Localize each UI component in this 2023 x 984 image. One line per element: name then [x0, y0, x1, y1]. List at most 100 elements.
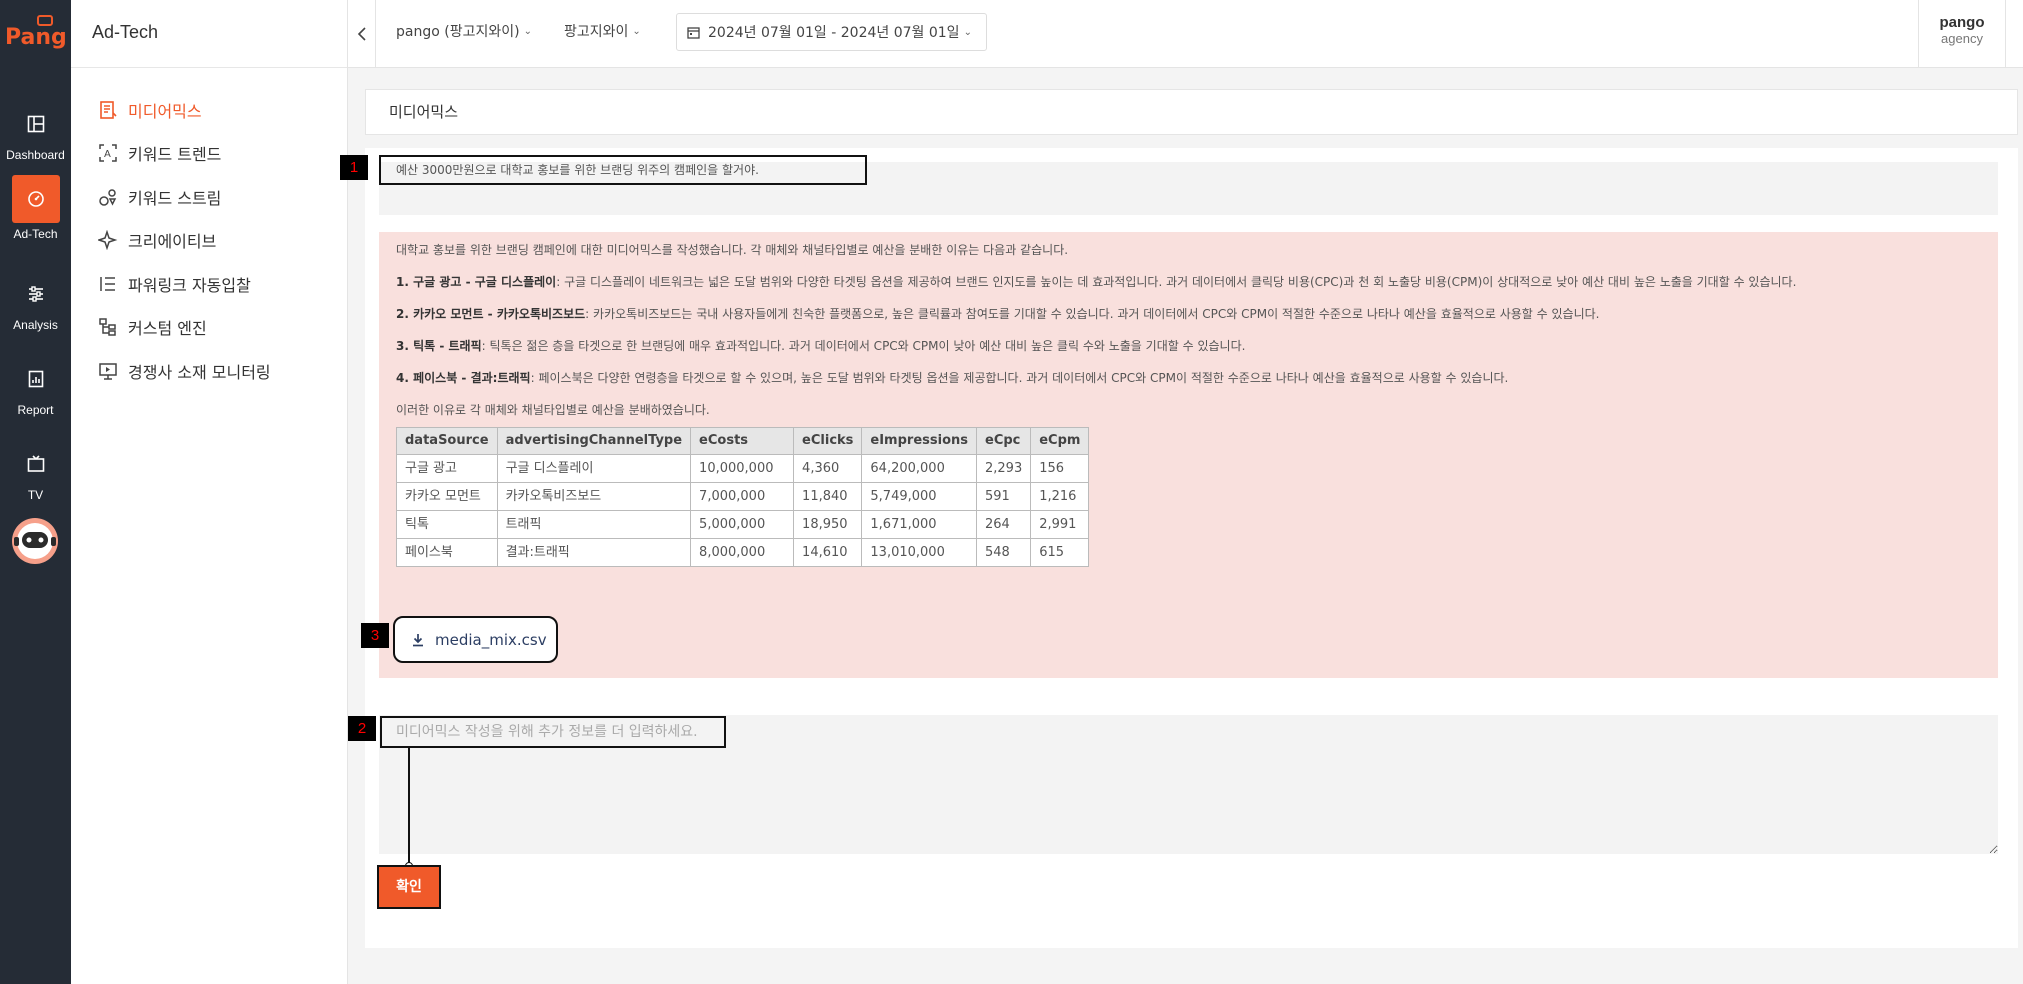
- table-header: eImpressions: [861, 427, 977, 455]
- table-header: eClicks: [793, 427, 863, 455]
- sub-account-value: 팡고지와이: [564, 24, 629, 40]
- confirm-button[interactable]: 확인: [377, 865, 441, 909]
- table-row: 틱톡 트래픽 5,000,000 18,950 1,671,000 264 2,…: [396, 510, 1090, 539]
- account-dropdown[interactable]: pango (팡고지와이) ⌄: [396, 21, 532, 41]
- table-cell: 4,360: [793, 454, 863, 483]
- sidebar-item-label: 키워드 트렌드: [128, 145, 222, 165]
- user-menu[interactable]: pango agency: [1918, 0, 2006, 68]
- sidebar-item-custom-engine[interactable]: 커스텀 엔진: [71, 306, 347, 350]
- chevron-down-icon: ⌄: [632, 25, 641, 37]
- table-cell: 카카오톡비즈보드: [496, 482, 692, 511]
- table-cell: 트래픽: [496, 510, 692, 539]
- hierarchy-icon: [99, 318, 116, 336]
- table-cell: 페이스북: [396, 538, 498, 567]
- table-cell: 7,000,000: [690, 482, 795, 511]
- svg-text:A: A: [104, 149, 111, 160]
- sidebar-item-media-mix[interactable]: 미디어믹스: [71, 88, 347, 132]
- annotation-connector-line: [408, 747, 410, 865]
- rail-item-dashboard[interactable]: Dashboard: [0, 100, 71, 180]
- table-cell: 156: [1030, 454, 1090, 483]
- sub-account-dropdown[interactable]: 팡고지와이 ⌄: [564, 21, 641, 41]
- annotation-marker-1: 1: [340, 155, 368, 180]
- table-cell: 64,200,000: [861, 454, 977, 483]
- sidebar-item-label: 크리에이티브: [128, 232, 217, 252]
- svg-text:Pango: Pango: [5, 25, 65, 50]
- sidebar-item-label: 미디어믹스: [128, 101, 202, 121]
- rail-label-dashboard: Dashboard: [6, 148, 65, 162]
- response-reason-1: 1. 구글 광고 - 구글 디스플레이: 구글 디스플레이 네트워크는 넓은 도…: [396, 275, 1797, 289]
- user-role: agency: [1941, 31, 1983, 46]
- rail-item-analysis[interactable]: Analysis: [0, 270, 71, 350]
- account-value: pango (팡고지와이): [396, 24, 520, 40]
- table-cell: 1,671,000: [861, 510, 977, 539]
- calendar-icon: [687, 26, 700, 39]
- tv-icon: [27, 455, 44, 472]
- rail-item-ad-tech[interactable]: Ad-Tech: [0, 175, 71, 255]
- sidebar-item-label: 커스텀 엔진: [128, 319, 207, 339]
- pango-logo[interactable]: Pango: [5, 14, 82, 50]
- sidebar-menu: 미디어믹스 A 키워드 트렌드 키워드 스트림 크리에이티브 파워링크 자동입찰…: [71, 88, 347, 393]
- table-header: eCpm: [1030, 427, 1090, 455]
- download-icon: [413, 633, 423, 646]
- table-cell: 14,610: [793, 538, 863, 567]
- table-cell: 11,840: [793, 482, 863, 511]
- annotation-marker-2: 2: [348, 716, 376, 741]
- sidebar-title: Ad-Tech: [71, 0, 347, 68]
- table-row: 카카오 모먼트 카카오톡비즈보드 7,000,000 11,840 5,749,…: [396, 482, 1090, 511]
- top-header: pango (팡고지와이) ⌄ 팡고지와이 ⌄ 2024년 07월 01일 - 20…: [348, 0, 2023, 68]
- table-row: 페이스북 결과:트래픽 8,000,000 14,610 13,010,000 …: [396, 538, 1090, 567]
- text-scan-icon: A: [99, 144, 117, 162]
- date-range-value: 2024년 07월 01일 - 2024년 07월 01일: [708, 25, 960, 41]
- rail-item-tv[interactable]: TV: [0, 440, 71, 520]
- table-cell: 5,749,000: [861, 482, 977, 511]
- sidebar: Ad-Tech 미디어믹스 A 키워드 트렌드 키워드 스트림 크리에이티브 파…: [71, 0, 348, 984]
- table-cell: 틱톡: [396, 510, 498, 539]
- date-range-picker[interactable]: 2024년 07월 01일 - 2024년 07월 01일 ⌄: [676, 13, 987, 51]
- table-header-row: dataSource advertisingChannelType eCosts…: [396, 427, 1090, 455]
- icon-rail: Pango Dashboard Ad-Tech Analysis Report …: [0, 0, 82, 984]
- table-cell: 264: [975, 510, 1032, 539]
- sidebar-item-label: 파워링크 자동입찰: [128, 275, 251, 295]
- user-name: pango: [1939, 14, 1985, 31]
- sidebar-item-keyword-trend[interactable]: A 키워드 트렌드: [71, 132, 347, 176]
- download-csv-button[interactable]: media_mix.csv: [393, 616, 558, 663]
- sliders-icon: [28, 286, 43, 302]
- chart-doc-icon: [28, 370, 43, 388]
- table-cell: 548: [975, 538, 1032, 567]
- table-row: 구글 광고 구글 디스플레이 10,000,000 4,360 64,200,0…: [396, 454, 1090, 483]
- rail-label-tv: TV: [27, 488, 44, 502]
- rail-label-ad-tech: Ad-Tech: [13, 227, 58, 241]
- sidebar-item-powerlink-bid[interactable]: 파워링크 자동입찰: [71, 262, 347, 306]
- page-title: 미디어믹스: [365, 89, 2018, 135]
- table-cell: 구글 디스플레이: [496, 454, 692, 483]
- response-reason-2: 2. 카카오 모먼트 - 카카오톡비즈보드: 카카오톡비즈보드는 국내 사용자들…: [396, 307, 1600, 321]
- table-cell: 13,010,000: [861, 538, 977, 567]
- response-closing: 이러한 이유로 각 매체와 채널타입별로 예산을 분배하였습니다.: [396, 403, 710, 417]
- sidebar-item-competitor-monitoring[interactable]: 경쟁사 소재 모니터링: [71, 349, 347, 393]
- table-cell: 8,000,000: [690, 538, 795, 567]
- rail-item-report[interactable]: Report: [0, 355, 71, 435]
- table-header: eCpc: [975, 427, 1032, 455]
- chevron-down-icon: ⌄: [523, 25, 532, 37]
- table-cell: 5,000,000: [690, 510, 795, 539]
- chevron-left-icon: [357, 27, 366, 41]
- table-cell: 구글 광고: [396, 454, 498, 483]
- rail-label-analysis: Analysis: [13, 318, 58, 332]
- sidebar-item-label: 키워드 스트림: [128, 188, 222, 208]
- sidebar-item-keyword-stream[interactable]: 키워드 스트림: [71, 175, 347, 219]
- collapse-sidebar-button[interactable]: [348, 0, 376, 68]
- table-cell: 카카오 모먼트: [396, 482, 498, 511]
- table-cell: 18,950: [793, 510, 863, 539]
- table-header: dataSource: [396, 427, 498, 455]
- sidebar-item-label: 경쟁사 소재 모니터링: [128, 362, 271, 382]
- robot-assistant-icon[interactable]: [10, 516, 60, 566]
- rail-label-report: Report: [17, 403, 54, 417]
- response-intro: 대학교 홍보를 위한 브랜딩 캠페인에 대한 미디어믹스를 작성했습니다. 각 …: [396, 243, 1069, 257]
- additional-info-placeholder: 미디어믹스 작성을 위해 추가 정보를 더 입력하세요.: [380, 716, 726, 748]
- ai-response: 대학교 홍보를 위한 브랜딩 캠페인에 대한 미디어믹스를 작성했습니다. 각 …: [379, 232, 1998, 678]
- table-cell: 591: [975, 482, 1032, 511]
- chevron-down-icon: ⌄: [963, 26, 972, 38]
- sidebar-item-creative[interactable]: 크리에이티브: [71, 219, 347, 263]
- table-cell: 1,216: [1030, 482, 1090, 511]
- shapes-icon: [99, 189, 117, 206]
